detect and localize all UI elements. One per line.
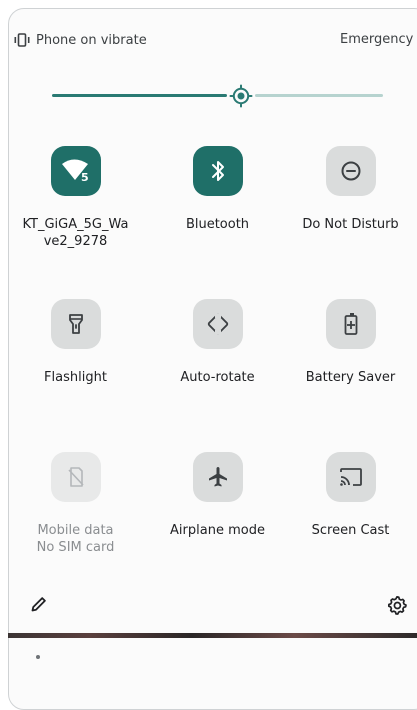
tile-bluetooth-label: Bluetooth	[185, 217, 250, 232]
tile-auto-rotate-button[interactable]	[192, 299, 243, 349]
tile-screen-cast-button[interactable]	[325, 452, 376, 502]
tile-bluetooth-button[interactable]	[192, 146, 243, 196]
tile-airplane-mode[interactable]: Airplane mode	[150, 452, 285, 539]
tile-flashlight-label: Flashlight	[44, 370, 107, 385]
tile-bluetooth[interactable]: Bluetooth	[150, 146, 285, 233]
wifi-5g-icon: 5	[61, 159, 89, 184]
mobile-data-off-icon	[67, 467, 84, 487]
tile-screen-cast-label: Screen Cast	[311, 523, 390, 538]
edit-pencil-icon[interactable]	[30, 595, 48, 613]
tile-airplane-label: Airplane mode	[170, 523, 265, 538]
vibrate-status-text: Phone on vibrate	[36, 32, 147, 48]
tile-flashlight[interactable]: Flashlight	[8, 299, 143, 386]
airplane-icon	[208, 467, 227, 487]
tile-wifi-label-line2: ve2_9278	[43, 234, 108, 249]
brightness-track-empty	[255, 94, 383, 97]
notification-dot	[36, 655, 40, 659]
bluetooth-icon	[211, 161, 224, 181]
tile-mobile-data-button	[50, 452, 101, 502]
battery-saver-icon	[344, 313, 357, 335]
brightness-sun-icon[interactable]	[229, 84, 253, 108]
tile-flashlight-button[interactable]	[50, 299, 101, 349]
tile-wifi-button[interactable]: 5	[50, 146, 101, 196]
tile-screen-cast[interactable]: Screen Cast	[283, 452, 417, 539]
tile-battery-saver-label: Battery Saver	[305, 370, 396, 385]
brightness-track-filled	[52, 94, 227, 97]
tile-auto-rotate-label: Auto-rotate	[180, 370, 255, 385]
tile-auto-rotate[interactable]: Auto-rotate	[150, 299, 285, 386]
cast-icon	[339, 468, 362, 486]
brightness-slider[interactable]	[52, 84, 383, 108]
tile-dnd-button[interactable]	[325, 146, 376, 196]
tile-wifi[interactable]: 5 KT_GiGA_5G_Wa ve2_9278	[8, 146, 143, 250]
tile-mobile-data-sublabel: No SIM card	[36, 540, 115, 555]
tile-battery-saver[interactable]: Battery Saver	[283, 299, 417, 386]
vibrate-icon	[14, 33, 30, 47]
tile-dnd-label: Do Not Disturb	[302, 217, 399, 232]
wallpaper-strip	[8, 633, 417, 638]
status-row: Phone on vibrate Emergency ca	[14, 32, 417, 48]
flashlight-icon	[68, 314, 83, 334]
tile-do-not-disturb[interactable]: Do Not Disturb	[283, 146, 417, 233]
tile-airplane-button[interactable]	[192, 452, 243, 502]
svg-text:5: 5	[81, 171, 89, 184]
tile-mobile-data-label: Mobile data	[37, 523, 114, 538]
emergency-call-button[interactable]: Emergency ca	[340, 32, 417, 47]
tile-wifi-label-line1: KT_GiGA_5G_Wa	[22, 217, 129, 232]
settings-gear-icon[interactable]	[387, 595, 407, 615]
auto-rotate-icon	[207, 313, 228, 335]
tile-wifi-label: KT_GiGA_5G_Wa ve2_9278	[8, 216, 143, 250]
tile-mobile-data: Mobile data No SIM card	[8, 452, 143, 556]
tile-battery-saver-button[interactable]	[325, 299, 376, 349]
do-not-disturb-icon	[341, 161, 360, 181]
